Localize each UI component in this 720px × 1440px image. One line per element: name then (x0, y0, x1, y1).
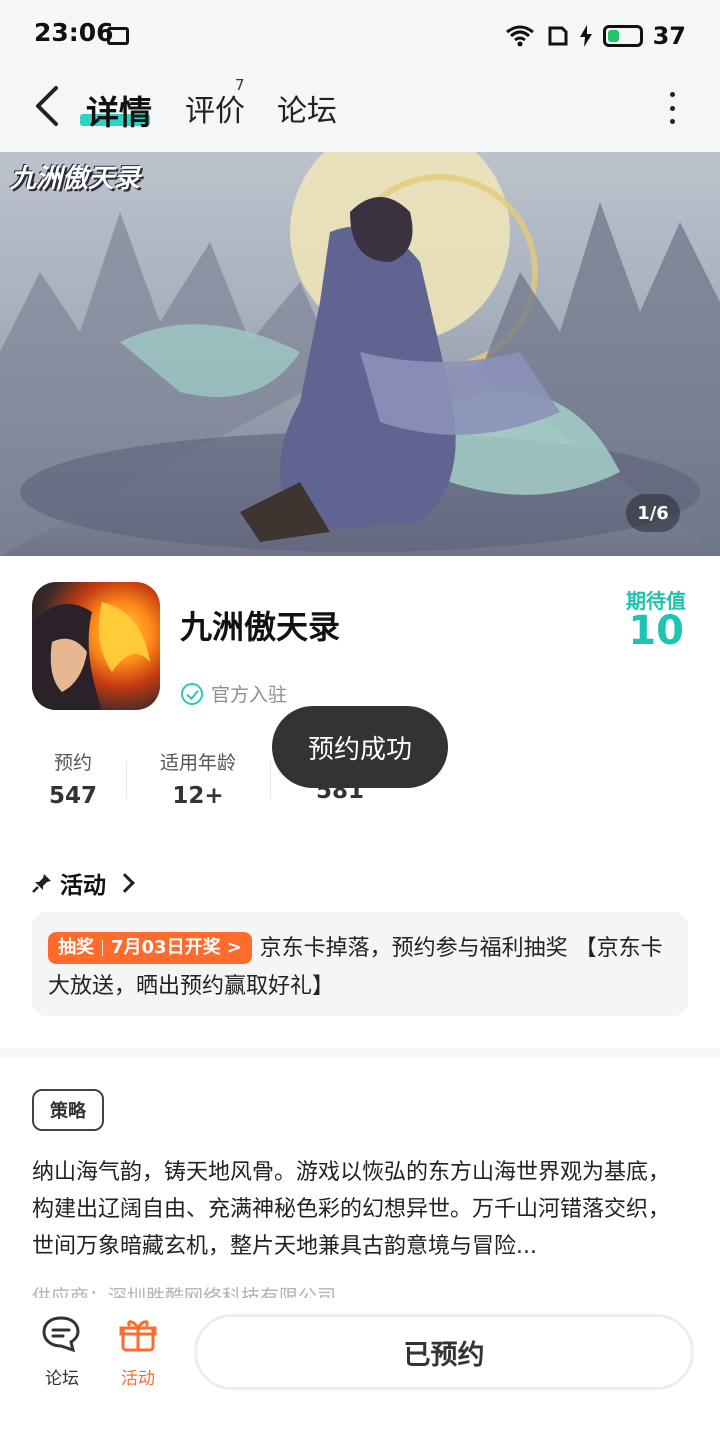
stat-value: 547 (48, 783, 97, 809)
stat-divider (126, 762, 127, 798)
stat-value: 12+ (172, 783, 224, 809)
lottery-date: 7月03日开奖 (111, 937, 221, 958)
activity-section-header[interactable]: 活动 (32, 866, 135, 900)
tab-detail[interactable]: 详情 (86, 86, 152, 134)
forum-chat-icon (42, 1316, 80, 1353)
game-description[interactable]: 纳山海气韵，铸天地风骨。游戏以恢弘的东方山海世界观为基底，构建出辽阔自由、充满神… (32, 1154, 688, 1265)
status-bar: 23:06 37 (0, 0, 720, 70)
activity-card[interactable]: 抽奖 7月03日开奖 > 京东卡掉落，预约参与福利抽奖 【京东卡大放送，晒出预约赢取好… (32, 912, 688, 1016)
stat-divider (270, 762, 271, 798)
pin-icon (32, 874, 51, 893)
expectation-value: 10 (628, 608, 684, 654)
wifi-icon (505, 25, 534, 47)
stat-label: 适用年龄 (159, 752, 236, 774)
forum-button[interactable]: 论坛 (32, 1314, 92, 1389)
status-time: 23:06 (34, 18, 114, 47)
app-icon-artwork (32, 602, 150, 710)
sim-card-icon (548, 26, 568, 46)
bottom-action-bar: 论坛 活动 已预约 (0, 1298, 720, 1440)
image-notification-icon (107, 27, 129, 45)
official-verified-row: 官方入驻 (181, 680, 287, 707)
events-label: 活动 (121, 1369, 155, 1389)
app-name: 九洲傲天录 (180, 608, 341, 646)
section-divider (0, 1048, 720, 1058)
check-circle-icon (181, 682, 203, 705)
lottery-tag: 抽奖 7月03日开奖 > (48, 932, 252, 964)
stat-reservations: 预约 547 (40, 748, 106, 809)
banner-artwork (0, 152, 720, 556)
activity-text-block: 抽奖 7月03日开奖 > 京东卡掉落，预约参与福利抽奖 【京东卡大放送，晒出预约赢取好… (48, 930, 672, 1006)
gift-icon (119, 1320, 157, 1352)
forum-label: 论坛 (45, 1369, 79, 1389)
battery-icon (602, 25, 643, 47)
events-button[interactable]: 活动 (108, 1314, 168, 1389)
back-arrow-icon[interactable] (30, 84, 66, 128)
more-options-icon[interactable] (660, 88, 684, 128)
battery-fill (607, 30, 620, 42)
official-verified-label: 官方入驻 (211, 684, 288, 706)
tab-forum[interactable]: 论坛 (277, 86, 337, 130)
battery-percent: 37 (652, 22, 686, 50)
banner-game-logo: 九洲傲天录 (10, 164, 141, 194)
stat-label: 预约 (53, 752, 92, 774)
strategy-chip[interactable]: 策略 (32, 1089, 104, 1131)
status-icons: 37 (505, 20, 686, 52)
charging-bolt-icon (579, 25, 592, 47)
app-icon (32, 582, 160, 710)
banner-carousel[interactable]: 九洲傲天录 1/6 (0, 152, 720, 556)
tag-chevron-icon: > (226, 937, 242, 958)
lottery-tag-label: 抽奖 (58, 937, 94, 958)
activity-title: 活动 (60, 873, 106, 899)
chevron-right-icon (115, 873, 135, 893)
top-nav-bar: 详情 评价 7 论坛 (0, 70, 720, 152)
reservation-success-toast: 预约成功 (272, 706, 448, 788)
banner-pager: 1/6 (626, 494, 680, 532)
stat-age-rating: 适用年龄 12+ (150, 748, 246, 809)
reserved-button[interactable]: 已预约 (194, 1314, 694, 1390)
reviews-count-badge: 7 (235, 76, 245, 94)
supplier-text: 供应商：深圳胜酷网络科技有限公司 (32, 1286, 337, 1298)
